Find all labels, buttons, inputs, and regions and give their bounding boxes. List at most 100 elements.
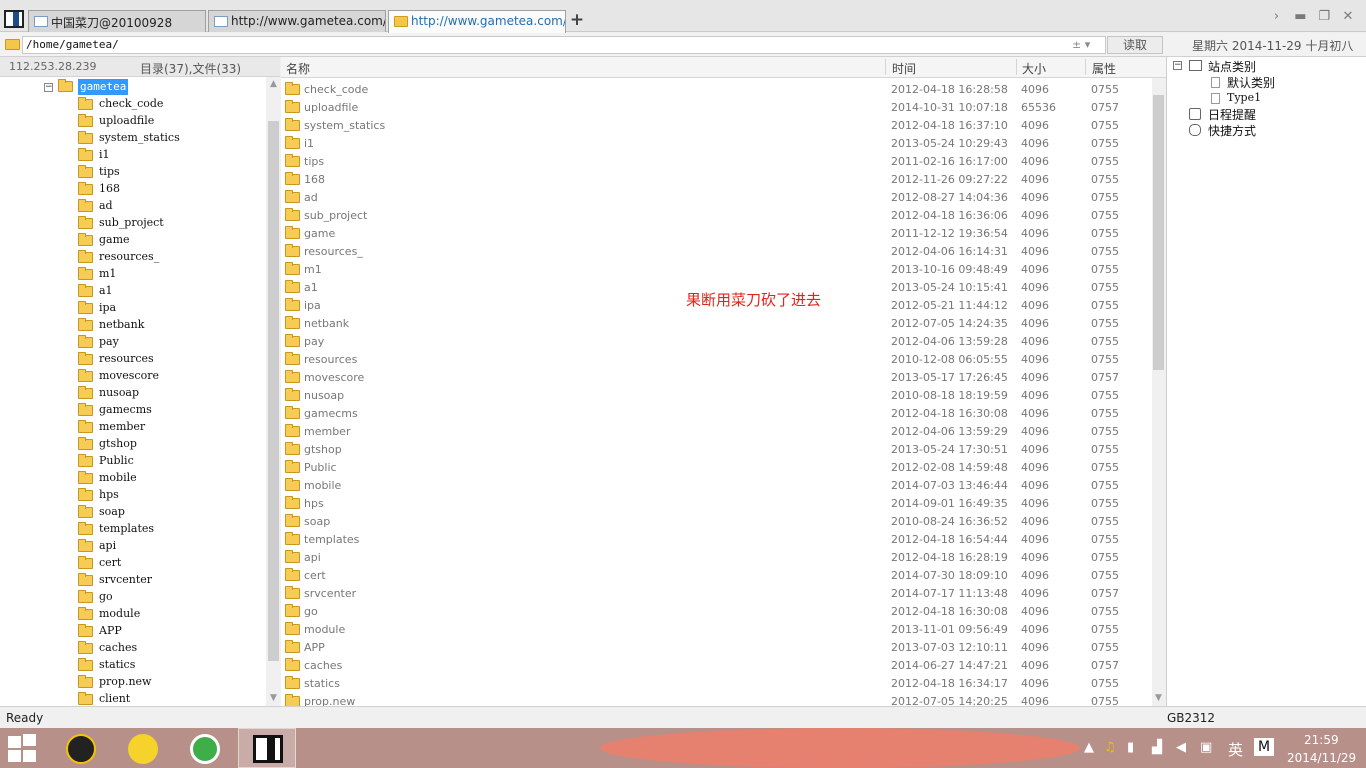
file-row[interactable]: APP 2013-07-03 12:10:11 4096 0755 xyxy=(281,638,1152,656)
battery-icon[interactable]: ▮ xyxy=(1127,740,1134,755)
scroll-thumb[interactable] xyxy=(1153,95,1164,370)
new-tab-button[interactable]: + xyxy=(569,11,585,29)
file-name: gtshop xyxy=(304,443,342,456)
file-row[interactable]: resources_ 2012-04-06 16:14:31 4096 0755 xyxy=(281,242,1152,260)
app-logo-icon[interactable] xyxy=(4,10,24,28)
scroll-down-icon[interactable]: ▼ xyxy=(1151,691,1166,706)
file-row[interactable]: go 2012-04-18 16:30:08 4096 0755 xyxy=(281,602,1152,620)
file-row[interactable]: pay 2012-04-06 13:59:28 4096 0755 xyxy=(281,332,1152,350)
tree-item-label: nusoap xyxy=(99,386,140,399)
file-row[interactable]: 168 2012-11-26 09:27:22 4096 0755 xyxy=(281,170,1152,188)
file-row[interactable]: prop.new 2012-07-05 14:20:25 4096 0755 xyxy=(281,692,1152,706)
minimize-button[interactable]: ▬ xyxy=(1290,9,1310,24)
file-row[interactable]: templates 2012-04-18 16:54:44 4096 0755 xyxy=(281,530,1152,548)
file-permission: 0755 xyxy=(1091,461,1119,474)
tree-item-label: prop.new xyxy=(99,675,152,688)
file-row[interactable]: uploadfile 2014-10-31 10:07:18 65536 0757 xyxy=(281,98,1152,116)
folder-icon xyxy=(78,573,93,586)
scroll-down-icon[interactable]: ▼ xyxy=(266,691,281,706)
file-row[interactable]: soap 2010-08-24 16:36:52 4096 0755 xyxy=(281,512,1152,530)
tray-app-icon[interactable]: ♫ xyxy=(1104,740,1116,755)
file-row[interactable]: cert 2014-07-30 18:09:10 4096 0755 xyxy=(281,566,1152,584)
schedule-label[interactable]: 日程提醒 xyxy=(1208,106,1256,123)
folder-icon xyxy=(285,640,300,653)
file-row[interactable]: resources 2010-12-08 06:05:55 4096 0755 xyxy=(281,350,1152,368)
tab-gametea-2[interactable]: http://www.gametea.com/ind... xyxy=(388,10,566,33)
clock-time[interactable]: 21:59 xyxy=(1304,733,1339,747)
file-list-scrollbar[interactable]: ▼ xyxy=(1152,78,1166,706)
user-avatar[interactable]: ▣ xyxy=(1200,740,1212,755)
file-row[interactable]: Public 2012-02-08 14:59:48 4096 0755 xyxy=(281,458,1152,476)
folder-icon xyxy=(78,335,93,348)
folder-icon xyxy=(78,488,93,501)
column-size[interactable]: 大小 xyxy=(1022,60,1046,77)
file-time: 2010-08-24 16:36:52 xyxy=(891,515,1008,528)
chopper-app-button[interactable] xyxy=(238,728,296,768)
file-row[interactable]: system_statics 2012-04-18 16:37:10 4096 075… xyxy=(281,116,1152,134)
file-row[interactable]: sub_project 2012-04-18 16:36:06 4096 0755 xyxy=(281,206,1152,224)
tree-item-label: member xyxy=(99,420,146,433)
file-row[interactable]: hps 2014-09-01 16:49:35 4096 0755 xyxy=(281,494,1152,512)
folder-icon xyxy=(285,244,300,257)
tab-gametea-1[interactable]: http://www.gametea.com/ind... xyxy=(208,10,386,32)
scroll-thumb[interactable] xyxy=(268,121,279,661)
scroll-up-icon[interactable]: ▲ xyxy=(266,77,281,92)
file-row[interactable]: game 2011-12-12 19:36:54 4096 0755 xyxy=(281,224,1152,242)
file-row[interactable]: m1 2013-10-16 09:48:49 4096 0755 xyxy=(281,260,1152,278)
file-row[interactable]: statics 2012-04-18 16:34:17 4096 0755 xyxy=(281,674,1152,692)
shortcuts-label[interactable]: 快捷方式 xyxy=(1208,122,1256,139)
file-row[interactable]: gamecms 2012-04-18 16:30:08 4096 0755 xyxy=(281,404,1152,422)
file-row[interactable]: gtshop 2013-05-24 17:30:51 4096 0755 xyxy=(281,440,1152,458)
default-category-label[interactable]: 默认类别 xyxy=(1227,74,1275,91)
browser-app-button[interactable] xyxy=(176,728,234,768)
network-icon[interactable]: ▟ xyxy=(1152,740,1162,755)
file-row[interactable]: mobile 2014-07-03 13:46:44 4096 0755 xyxy=(281,476,1152,494)
site-category-label[interactable]: 站点类别 xyxy=(1208,58,1256,75)
file-row[interactable]: caches 2014-06-27 14:47:21 4096 0757 xyxy=(281,656,1152,674)
tree-scrollbar[interactable]: ▲ ▼ xyxy=(266,77,281,706)
file-time: 2014-09-01 16:49:35 xyxy=(891,497,1008,510)
file-row[interactable]: api 2012-04-18 16:28:19 4096 0755 xyxy=(281,548,1152,566)
restore-button[interactable]: ❐ xyxy=(1314,9,1334,24)
column-perm[interactable]: 属性 xyxy=(1092,60,1116,77)
qq-app-button[interactable] xyxy=(52,728,110,768)
tab-chopper[interactable]: 中国菜刀@20100928 xyxy=(28,10,206,32)
file-row[interactable]: netbank 2012-07-05 14:24:35 4096 0755 xyxy=(281,314,1152,332)
file-row[interactable]: i1 2013-05-24 10:29:43 4096 0755 xyxy=(281,134,1152,152)
file-name: pay xyxy=(304,335,325,348)
tray-expand-icon[interactable]: ▲ xyxy=(1084,740,1094,755)
collapse-icon[interactable]: − xyxy=(1173,61,1182,70)
file-name: i1 xyxy=(304,137,315,150)
folder-icon xyxy=(78,301,93,314)
collapse-icon[interactable]: − xyxy=(44,83,53,92)
tree-item-label: mobile xyxy=(99,471,137,484)
music-app-button[interactable] xyxy=(114,728,172,768)
start-button[interactable] xyxy=(8,734,40,762)
forward-icon[interactable]: › xyxy=(1267,9,1287,24)
volume-icon[interactable]: ◀ xyxy=(1176,740,1186,755)
file-row[interactable]: nusoap 2010-08-18 18:19:59 4096 0755 xyxy=(281,386,1152,404)
clock-date[interactable]: 2014/11/29 xyxy=(1287,751,1356,765)
read-button[interactable]: 读取 xyxy=(1107,36,1163,54)
folder-icon xyxy=(285,298,300,311)
file-row[interactable]: member 2012-04-06 13:59:29 4096 0755 xyxy=(281,422,1152,440)
ime-language[interactable]: 英 xyxy=(1228,739,1243,760)
column-name[interactable]: 名称 xyxy=(286,60,310,77)
file-time: 2011-12-12 19:36:54 xyxy=(891,227,1008,240)
path-dropdown-toggle[interactable]: ± ▾ xyxy=(1072,38,1090,51)
file-row[interactable]: ad 2012-08-27 14:04:36 4096 0755 xyxy=(281,188,1152,206)
close-button[interactable]: ✕ xyxy=(1338,9,1358,24)
file-time: 2012-04-06 13:59:28 xyxy=(891,335,1008,348)
ime-mode[interactable]: M xyxy=(1254,738,1274,756)
path-input[interactable]: /home/gametea/ xyxy=(22,36,1106,54)
type1-label[interactable]: Type1 xyxy=(1227,91,1261,104)
file-size: 4096 xyxy=(1021,587,1049,600)
tree-root-label[interactable]: gametea xyxy=(78,79,129,95)
file-row[interactable]: movescore 2013-05-17 17:26:45 4096 0757 xyxy=(281,368,1152,386)
file-row[interactable]: module 2013-11-01 09:56:49 4096 0755 xyxy=(281,620,1152,638)
tree-item-label: cert xyxy=(99,556,122,569)
file-row[interactable]: tips 2011-02-16 16:17:00 4096 0755 xyxy=(281,152,1152,170)
file-row[interactable]: srvcenter 2014-07-17 11:13:48 4096 0757 xyxy=(281,584,1152,602)
file-row[interactable]: check_code 2012-04-18 16:28:58 4096 0755 xyxy=(281,80,1152,98)
column-time[interactable]: 时间 xyxy=(892,60,916,77)
